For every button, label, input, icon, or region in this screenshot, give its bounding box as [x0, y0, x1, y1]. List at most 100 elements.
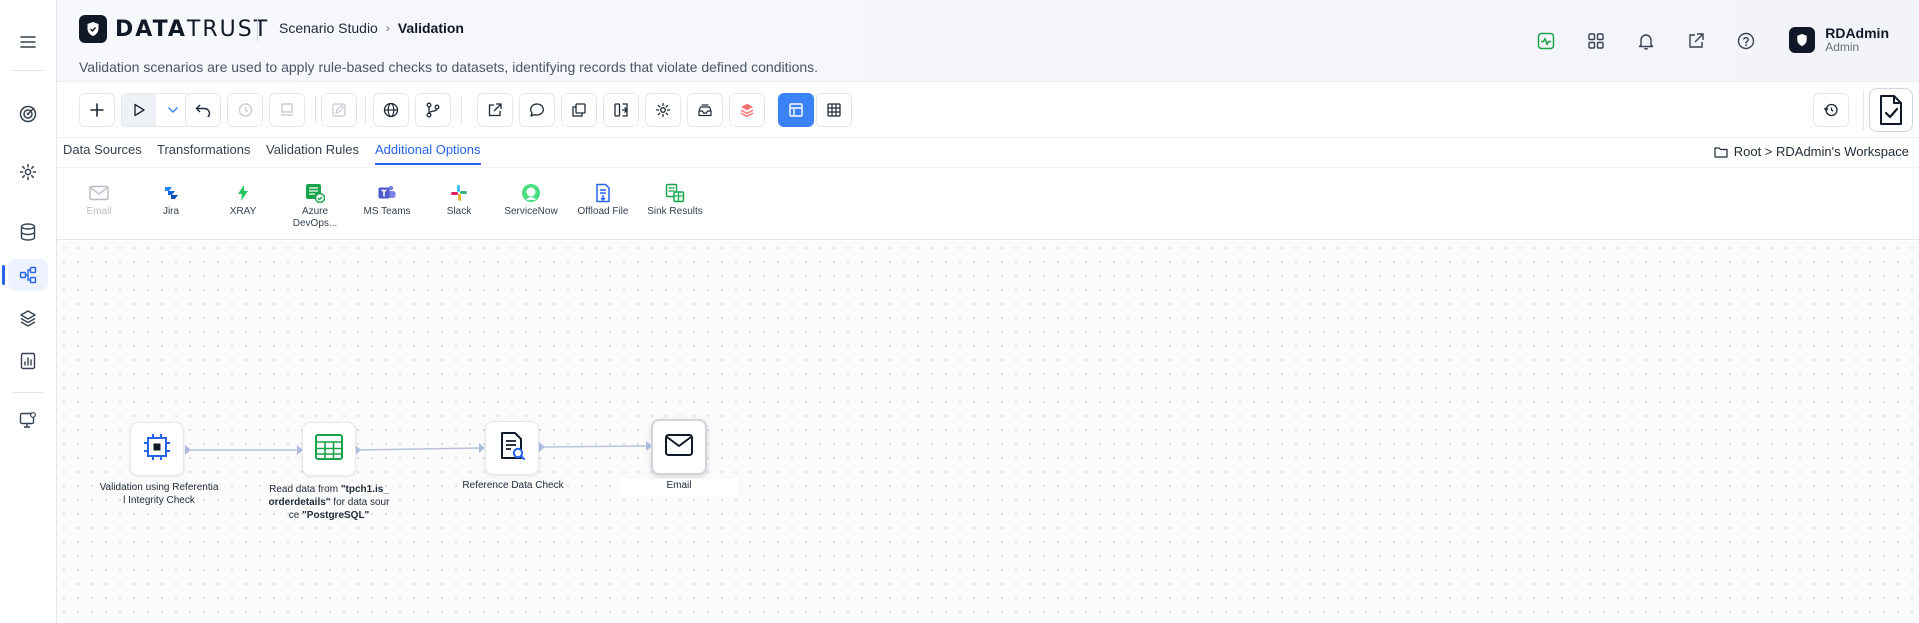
azure-devops-icon [285, 182, 345, 204]
left-rail [0, 0, 57, 623]
revert-history-icon[interactable] [1813, 93, 1849, 127]
user-info: RDAdmin Admin [1825, 26, 1889, 54]
palette-item-servicenow[interactable]: ServiceNow [501, 182, 561, 218]
rail-divider [12, 70, 44, 71]
layout-view-icon[interactable] [778, 93, 814, 127]
breadcrumb: Scenario Studio › Validation [279, 20, 464, 36]
compare-icon[interactable] [603, 93, 639, 127]
header-divider [257, 17, 258, 41]
palette-item-email[interactable]: Email [69, 182, 129, 218]
palette-item-offload-file[interactable]: Offload File [573, 182, 633, 218]
mail-icon [664, 433, 694, 462]
node-email[interactable] [651, 419, 707, 475]
play-icon[interactable] [122, 94, 156, 126]
breadcrumb-parent[interactable]: Scenario Studio [279, 20, 378, 36]
offload-file-icon [573, 182, 633, 204]
shield-icon [1789, 27, 1816, 53]
reference-check-icon [497, 430, 527, 467]
workspace-path-text: Root > RDAdmin's Workspace [1733, 144, 1909, 159]
slack-icon [429, 182, 489, 204]
chevron-right-icon: › [385, 21, 390, 35]
breadcrumb-current: Validation [397, 20, 464, 36]
palette-item-ms-teams[interactable]: MS Teams [357, 182, 417, 218]
toolbar-divider [461, 96, 462, 124]
brand-name: DATATRUST [115, 16, 270, 42]
toolbar-divider [365, 96, 366, 124]
user-menu[interactable]: RDAdmin Admin [1789, 26, 1889, 54]
workspace-path[interactable]: Root > RDAdmin's Workspace [1714, 144, 1909, 159]
node-referential-integrity[interactable] [130, 422, 184, 476]
monitor-settings-icon[interactable] [8, 404, 48, 436]
referential-integrity-icon [141, 431, 173, 468]
app-header: DATATRUST Scenario Studio › Validation V… [57, 0, 1919, 82]
tab-transformations[interactable]: Transformations [157, 142, 250, 163]
palette-item-azure-devops[interactable]: Azure DevOps... [285, 182, 345, 230]
table-icon [314, 433, 344, 466]
activity-icon[interactable] [1533, 28, 1559, 54]
header-actions [1533, 28, 1759, 54]
node-read-data-source[interactable] [302, 422, 356, 476]
database-icon[interactable] [8, 216, 48, 248]
component-palette: Email Jira XRAY Azure DevOps... MS Teams [57, 168, 1919, 240]
node-label-referential-integrity: Validation using Referentia l Integrity … [99, 482, 219, 506]
add-button[interactable] [79, 93, 115, 127]
node-reference-data-check[interactable] [485, 421, 539, 475]
menu-icon[interactable] [8, 26, 48, 58]
folder-icon [1714, 146, 1728, 158]
external-link-icon[interactable] [1683, 28, 1709, 54]
port-n1-out [185, 445, 191, 455]
bell-icon[interactable] [1633, 28, 1659, 54]
node-label-read-data-source: Read data from "tpch1.is_ orderdetails" … [268, 484, 390, 521]
tab-validation-rules[interactable]: Validation Rules [266, 142, 359, 163]
palette-item-slack[interactable]: Slack [429, 182, 489, 218]
tab-additional-options[interactable]: Additional Options [375, 142, 481, 165]
run-split-button [121, 93, 191, 127]
apps-grid-icon[interactable] [1583, 28, 1609, 54]
archive-icon[interactable] [687, 93, 723, 127]
workflow-canvas[interactable]: Validation using Referentia l Integrity … [57, 241, 1919, 623]
port-n3-out [539, 442, 545, 452]
gear-icon[interactable] [645, 93, 681, 127]
user-name: RDAdmin [1825, 25, 1889, 41]
branch-icon[interactable] [415, 93, 451, 127]
export-icon[interactable] [477, 93, 513, 127]
globe-icon[interactable] [373, 93, 409, 127]
component-tabs: Data Sources Transformations Validation … [57, 138, 1919, 168]
edge-n2-n3 [356, 447, 482, 451]
jira-icon [141, 182, 201, 204]
xray-icon [213, 182, 273, 204]
sink-results-icon [645, 182, 705, 204]
palette-item-jira[interactable]: Jira [141, 182, 201, 218]
history-icon[interactable] [227, 93, 263, 127]
workflow-icon[interactable] [2, 259, 48, 291]
tab-data-sources[interactable]: Data Sources [63, 142, 142, 163]
table-view-icon[interactable] [816, 93, 852, 127]
help-icon[interactable] [1733, 28, 1759, 54]
toolbar-divider [1863, 90, 1864, 130]
layers-icon[interactable] [8, 302, 48, 334]
comment-icon[interactable] [519, 93, 555, 127]
mail-icon [69, 182, 129, 204]
palette-item-xray[interactable]: XRAY [213, 182, 273, 218]
target-icon[interactable] [8, 98, 48, 130]
toolbar-divider [315, 96, 316, 124]
ms-teams-icon [357, 182, 417, 204]
canvas-toolbar [57, 82, 1919, 138]
edge-n3-n4 [540, 445, 649, 448]
brand-logo[interactable]: DATATRUST [79, 15, 269, 43]
node-label-reference-data-check: Reference Data Check [462, 480, 564, 491]
node-label-email: Email [620, 479, 738, 495]
rail-divider [12, 392, 44, 393]
clear-format-icon[interactable] [269, 93, 305, 127]
page-subtitle: Validation scenarios are used to apply r… [79, 59, 819, 75]
edit-icon[interactable] [321, 93, 357, 127]
undo-icon[interactable] [185, 93, 221, 127]
validate-document-button[interactable] [1869, 88, 1913, 132]
copy-icon[interactable] [561, 93, 597, 127]
shield-icon [79, 15, 107, 43]
settings-icon[interactable] [8, 156, 48, 188]
validation-app: DATATRUST Scenario Studio › Validation V… [0, 0, 1919, 623]
report-icon[interactable] [8, 345, 48, 377]
stack-icon[interactable] [729, 93, 765, 127]
palette-item-sink-results[interactable]: Sink Results [645, 182, 705, 218]
